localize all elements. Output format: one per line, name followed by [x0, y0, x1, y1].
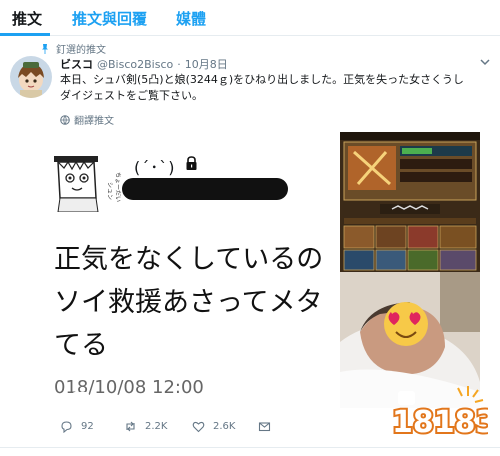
reply-button[interactable]: 92 — [60, 420, 94, 433]
reply-icon — [61, 421, 72, 433]
separator: · — [177, 57, 181, 71]
pinned-text: 釘選的推文 — [56, 45, 106, 56]
kaomoji-text: (ˊ･ˋ) — [134, 158, 176, 177]
tab-media[interactable]: 媒體 — [176, 8, 206, 29]
game-screenshot-image — [340, 132, 480, 272]
reply-count: 92 — [81, 421, 94, 432]
heart-icon — [192, 421, 205, 433]
svg-text:ちょーだい: ちょーだい — [114, 172, 121, 202]
envelope-icon — [258, 422, 271, 432]
tweet-text-line: ダイジェストをご覧下さい。 — [60, 89, 203, 102]
chevron-down-icon[interactable] — [480, 58, 490, 66]
direct-message-button[interactable] — [258, 420, 271, 433]
like-count: 2.6K — [213, 421, 236, 432]
like-button[interactable]: 2.6K — [192, 420, 235, 433]
media-text-line: てる — [54, 330, 108, 361]
active-tab-indicator — [0, 33, 50, 36]
tab-tweets-replies[interactable]: 推文與回覆 — [72, 8, 147, 29]
tweet-header: ビスコ @Bisco2Bisco · 10月8日 — [60, 56, 228, 72]
retweet-button[interactable]: 2.2K — [124, 420, 167, 433]
svg-text:シュン: シュン — [106, 182, 113, 200]
display-name[interactable]: ビスコ — [60, 56, 93, 72]
globe-icon — [60, 114, 70, 125]
translate-label: 翻譯推文 — [74, 116, 114, 127]
tweet-media[interactable]: シュン ちょーだい (ˊ･ˋ) 正気をなくしているの ソイ救援あさってメタ てる… — [54, 132, 480, 408]
retweet-count: 2.2K — [145, 421, 168, 432]
profile-tabs: 推文 推文與回覆 媒體 — [0, 0, 500, 36]
translate-tweet[interactable]: 翻譯推文 — [60, 112, 114, 127]
svg-text:18183: 18183 — [392, 405, 488, 440]
tab-tweets[interactable]: 推文 — [12, 8, 42, 29]
tweet-text-line: 本日、シュバ剣(5凸)と娘(3244ｇ)をひねり出しました。正気を失った女さくう… — [60, 73, 464, 86]
media-text-line: 正気をなくしているの — [54, 244, 324, 275]
redacted-name-bar — [122, 178, 288, 200]
site-watermark-logo: 18183 — [390, 386, 488, 442]
tweet-actions: 92 2.2K 2.6K — [60, 420, 420, 440]
pinned-label: 釘選的推文 — [40, 41, 106, 56]
pin-icon — [42, 43, 48, 54]
tweet-divider — [0, 447, 500, 448]
tweet-text: 本日、シュバ剣(5凸)と娘(3244ｇ)をひねり出しました。正気を失った女さくう… — [60, 72, 490, 104]
tweet-date[interactable]: 10月8日 — [185, 56, 228, 72]
avatar[interactable] — [10, 56, 52, 98]
retweet-icon — [126, 421, 135, 432]
user-handle[interactable]: @Bisco2Bisco — [97, 58, 173, 71]
manga-character-image: シュン ちょーだい — [54, 156, 121, 212]
media-text-line: ソイ救援あさってメタ — [54, 287, 323, 318]
lock-icon — [186, 156, 197, 170]
photo-icon — [72, 392, 89, 406]
